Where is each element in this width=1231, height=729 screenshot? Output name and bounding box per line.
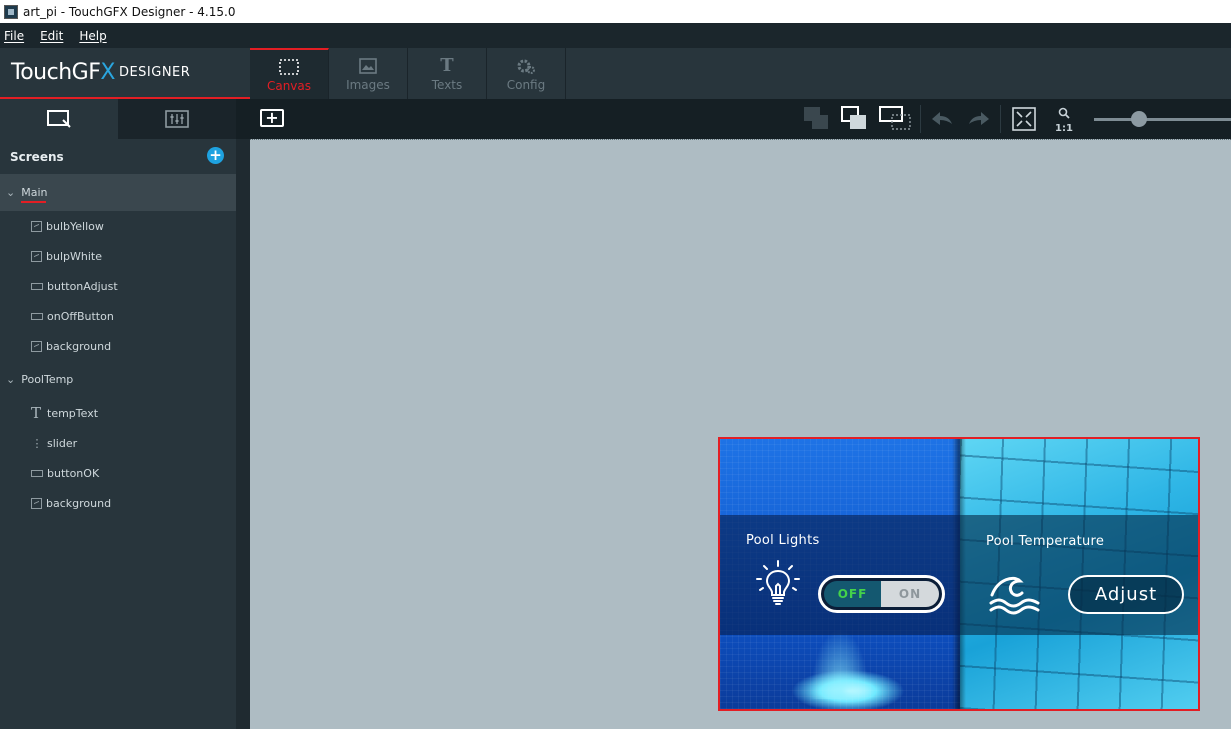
app-header: TouchGFX DESIGNER Canvas Images T Texts … [0,48,1231,99]
pool-lights-label: Pool Lights [746,533,820,548]
canvas-icon [279,57,299,77]
tab-config[interactable]: Config [487,48,566,99]
button-icon [31,312,43,320]
widget-background-pooltemp[interactable]: background [0,488,236,518]
images-icon [359,56,377,76]
toolbar-separator [920,105,921,133]
chevron-down-icon[interactable]: ⌄ [6,373,15,386]
screen-pooltemp[interactable]: ⌄ PoolTemp [0,361,236,398]
add-screen-button[interactable]: + [260,109,284,127]
widget-buttonadjust[interactable]: buttonAdjust [0,271,236,301]
tab-texts[interactable]: T Texts [408,48,487,99]
widget-bulpwhite[interactable]: bulpWhite [0,241,236,271]
toggle-off-option[interactable]: OFF [824,581,882,607]
button-icon [31,469,43,477]
slider-icon: ⋮ [31,436,43,450]
send-to-back-button[interactable] [840,105,870,133]
touchgfx-logo: TouchGFX DESIGNER [0,48,250,99]
on-off-toggle[interactable]: OFF ON [818,575,945,613]
menu-file[interactable]: File [4,29,24,43]
device-screen-preview[interactable]: Pool Lights Pool Temperature OFF ON Adju… [718,437,1200,711]
sidebar-scrollbar[interactable] [236,139,250,729]
image-icon [31,220,42,232]
sliders-icon [165,110,189,128]
waves-icon [989,576,1040,615]
tab-screens-tree[interactable] [0,99,118,139]
image-icon [31,340,42,352]
widget-bulbyellow[interactable]: bulbYellow [0,211,236,241]
main-tabs: Canvas Images T Texts Config [250,48,566,99]
fit-screen-icon [1012,107,1036,131]
menu-bar: File Edit Help [0,23,1231,48]
window-titlebar: art_pi - TouchGFX Designer - 4.15.0 [0,0,1231,23]
light-beam [810,629,870,699]
pool-temperature-label: Pool Temperature [986,534,1105,549]
widget-temptext[interactable]: TtempText [0,398,236,428]
menu-edit[interactable]: Edit [40,29,63,43]
texts-icon: T [440,55,454,76]
window-title: art_pi - TouchGFX Designer - 4.15.0 [23,4,236,19]
screen-main[interactable]: ⌄ Main [0,174,236,211]
adjust-button[interactable]: Adjust [1068,575,1184,614]
chevron-down-icon[interactable]: ⌄ [6,186,15,199]
screens-panel: Screens + ⌄ Main bulbYellow bulpWhite bu… [0,139,236,729]
lightbulb-icon[interactable] [752,559,804,609]
undo-button[interactable] [927,105,957,133]
fit-screen-button[interactable] [1010,105,1040,133]
toggle-on-option[interactable]: ON [881,581,939,607]
undo-icon [932,112,952,125]
toolbar: + 1:1 [0,99,1231,139]
bring-front-icon [804,107,828,129]
selected-underline [21,201,46,203]
app-icon [4,4,18,19]
send-back-icon [841,106,866,129]
zoom-1-1-button[interactable]: 1:1 [1055,107,1073,135]
menu-help[interactable]: Help [79,29,106,43]
text-icon: T [31,403,42,422]
redo-button[interactable] [964,105,994,133]
tab-properties[interactable] [118,99,236,139]
layers-icon [879,106,911,130]
tab-canvas[interactable]: Canvas [250,48,329,99]
magnifier-icon [1058,107,1070,119]
widget-onoffbutton[interactable]: onOffButton [0,301,236,331]
zoom-slider-track[interactable] [1094,118,1231,121]
screens-header: Screens + [0,139,236,174]
zoom-slider-handle[interactable] [1131,111,1147,127]
logo-designer: DESIGNER [118,65,191,80]
image-icon [31,497,42,509]
logo-brand: TouchGFX [11,60,115,85]
redo-icon [969,112,989,125]
bring-to-front-button[interactable] [802,105,832,133]
add-screen-circle-button[interactable]: + [207,147,224,164]
image-icon [31,250,42,262]
align-button[interactable] [878,105,911,133]
widget-slider[interactable]: ⋮ slider [0,428,236,458]
button-icon [31,282,43,290]
gear-icon [516,56,536,76]
tab-images[interactable]: Images [329,48,408,99]
widget-background-main[interactable]: background [0,331,236,361]
screen-select-icon [47,110,71,128]
toolbar-separator [1000,105,1001,133]
widget-buttonok[interactable]: buttonOK [0,458,236,488]
